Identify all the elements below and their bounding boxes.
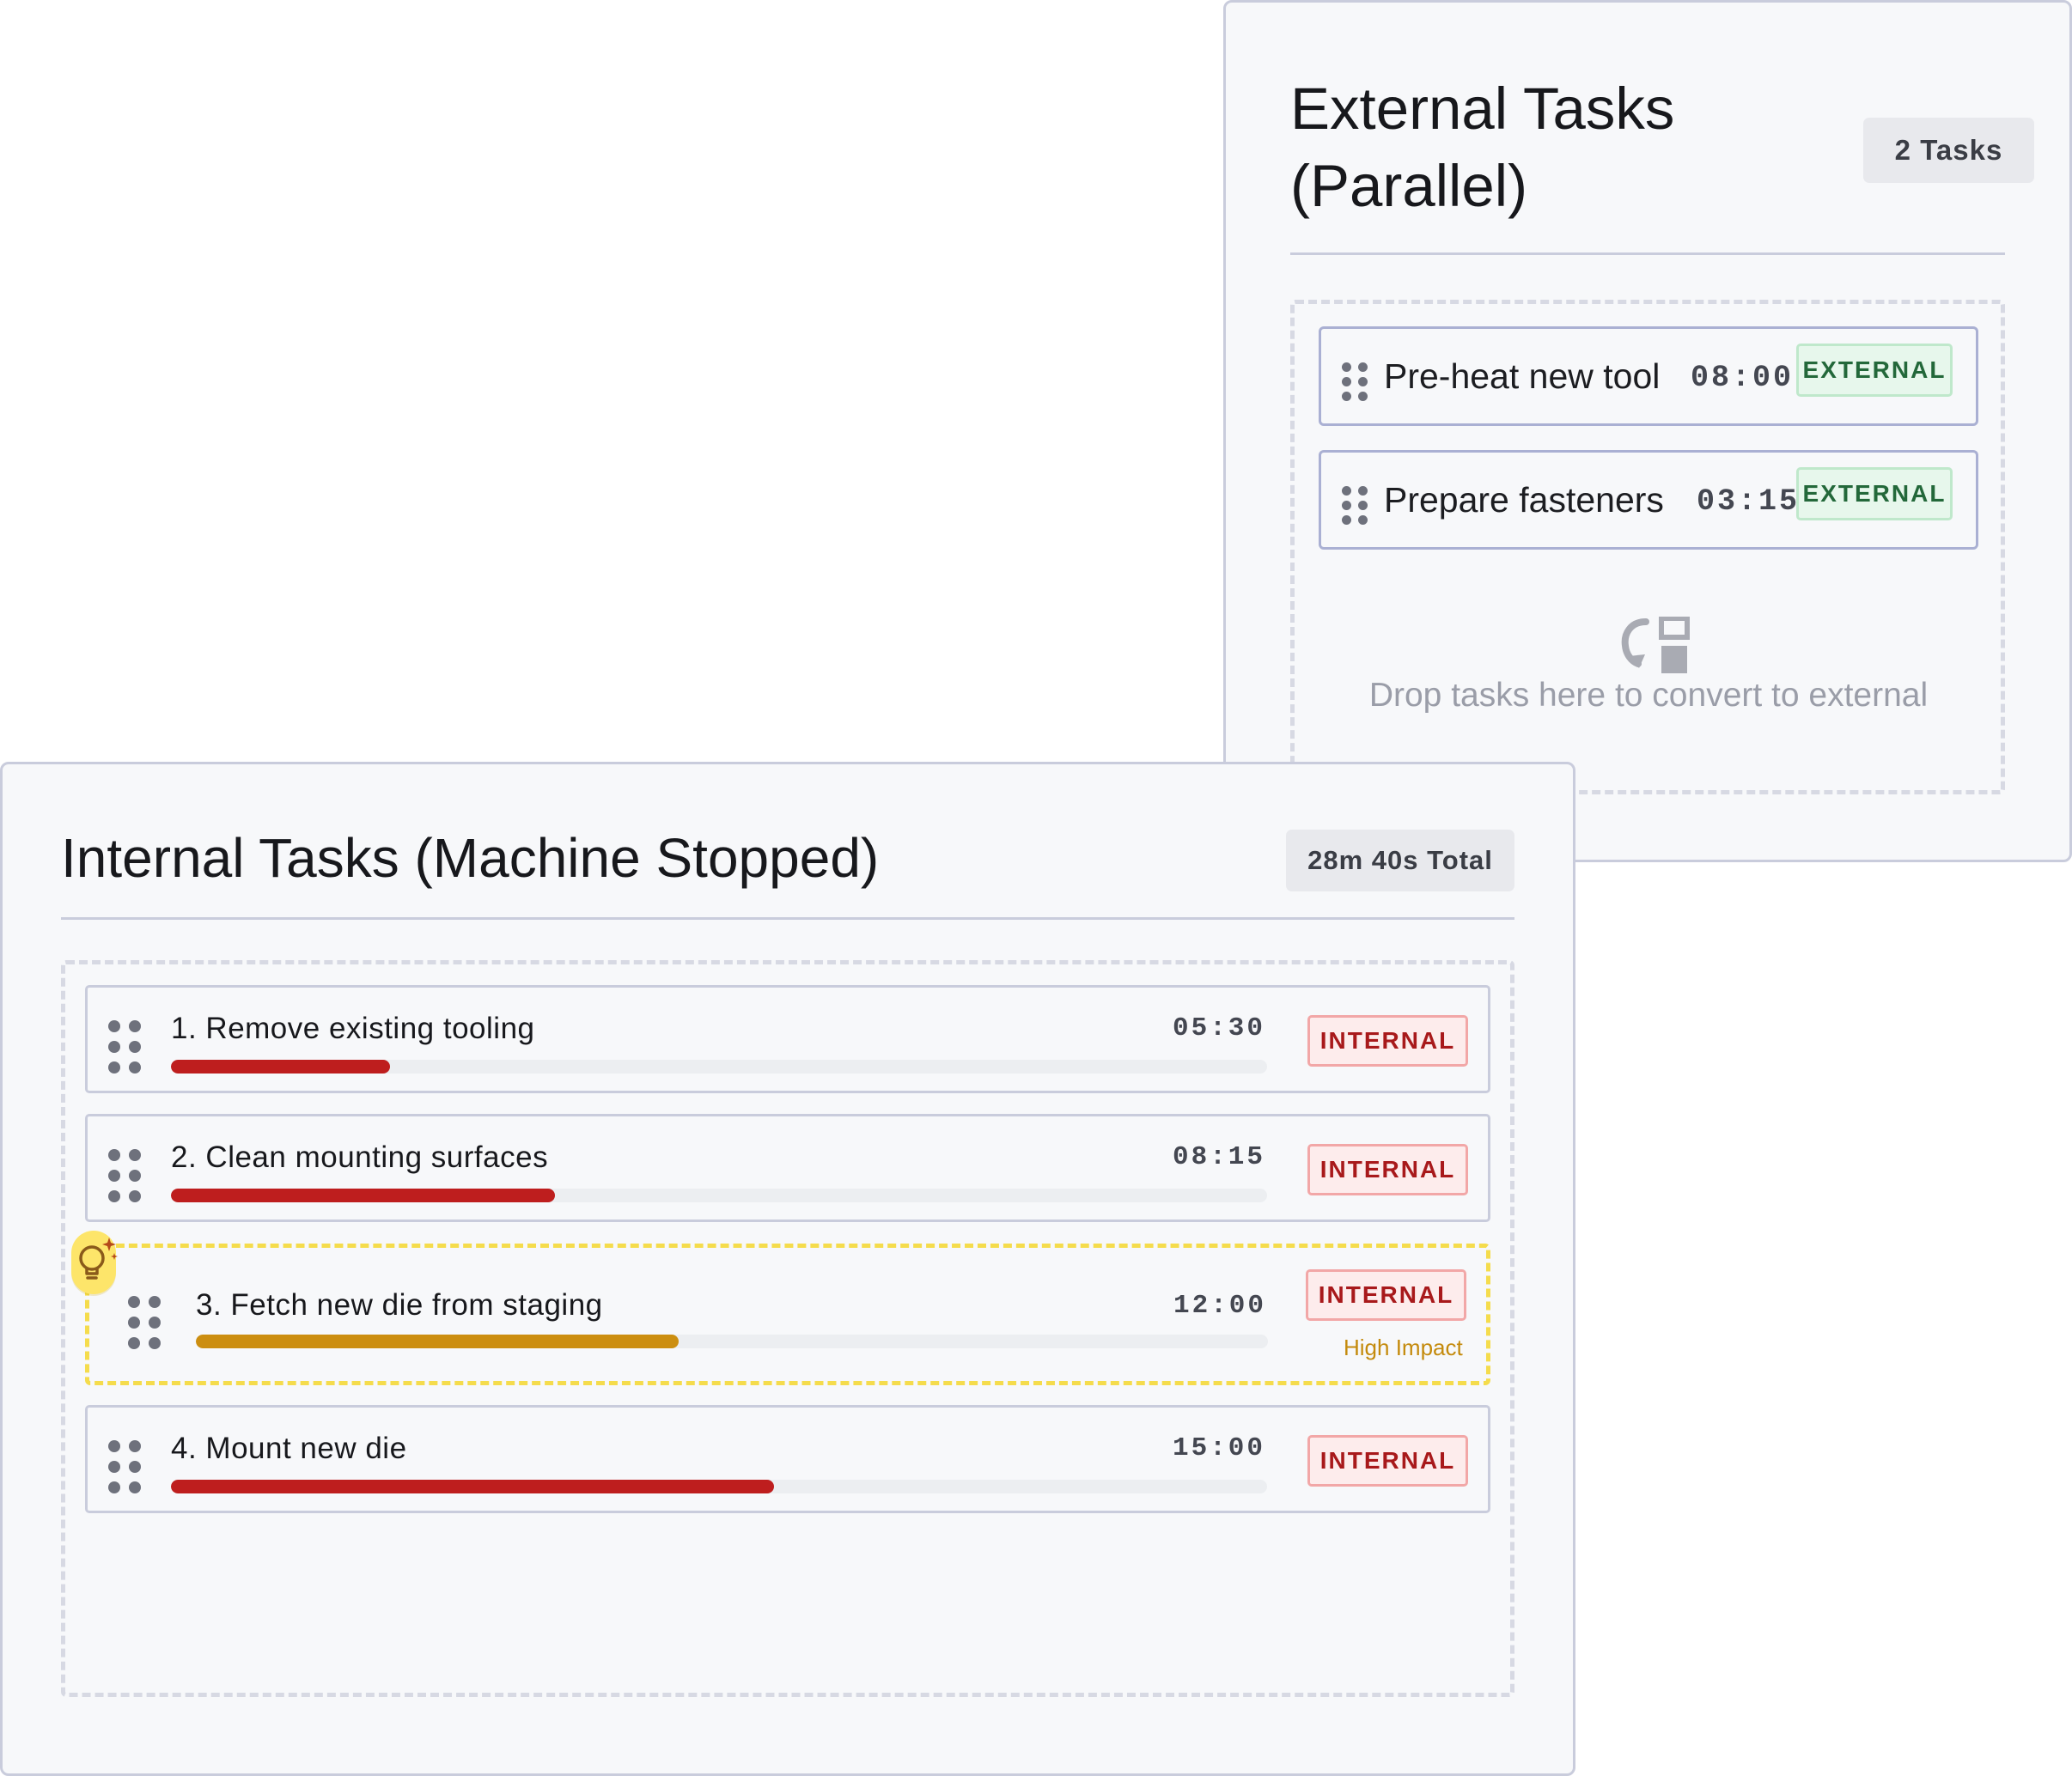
high-impact-note: High Impact	[1344, 1335, 1463, 1360]
internal-task-card[interactable]: 1. Remove existing tooling 05:30 INTERNA…	[85, 985, 1490, 1093]
task-title: Prepare fasteners	[1384, 480, 1664, 520]
task-duration: 08:00	[1691, 361, 1795, 395]
drop-hint-text: Drop tasks here to convert to external	[1368, 677, 1929, 714]
drag-handle-icon[interactable]	[108, 1149, 141, 1202]
progress-fill	[196, 1335, 679, 1348]
task-title: 2. Clean mounting surfaces	[171, 1140, 549, 1174]
task-title: 3. Fetch new die from staging	[196, 1288, 603, 1322]
external-task-card[interactable]: Prepare fasteners 03:15 EXTERNAL	[1319, 450, 1978, 550]
internal-panel-title: Internal Tasks (Machine Stopped)	[61, 827, 880, 889]
progress-track	[171, 1060, 1267, 1074]
task-duration: 08:15	[1172, 1142, 1265, 1172]
task-duration: 05:30	[1172, 1013, 1265, 1043]
internal-tag: INTERNAL	[1306, 1269, 1466, 1321]
task-duration: 12:00	[1173, 1291, 1266, 1321]
task-title: Pre-heat new tool	[1384, 356, 1661, 396]
external-title-line2: (Parallel)	[1290, 153, 1528, 219]
drag-handle-icon[interactable]	[108, 1440, 141, 1493]
external-divider	[1290, 252, 2005, 255]
progress-track	[171, 1189, 1267, 1202]
external-tag: EXTERNAL	[1796, 467, 1953, 520]
external-task-card[interactable]: Pre-heat new tool 08:00 EXTERNAL	[1319, 326, 1978, 426]
task-title: 1. Remove existing tooling	[171, 1012, 535, 1045]
external-title-line1: External Tasks	[1290, 76, 1675, 142]
task-duration: 03:15	[1697, 484, 1801, 519]
internal-task-card-highlighted[interactable]: 3. Fetch new die from staging 12:00 INTE…	[85, 1244, 1490, 1385]
internal-divider	[61, 917, 1514, 920]
task-duration: 15:00	[1172, 1433, 1265, 1463]
internal-total-badge: 28m 40s Total	[1286, 830, 1514, 891]
task-title: 4. Mount new die	[171, 1432, 407, 1465]
drag-handle-icon[interactable]	[108, 1020, 141, 1074]
progress-fill	[171, 1480, 774, 1493]
internal-task-card[interactable]: 2. Clean mounting surfaces 08:15 INTERNA…	[85, 1114, 1490, 1222]
convert-to-external-icon	[1621, 617, 1690, 673]
internal-tag: INTERNAL	[1307, 1144, 1468, 1195]
internal-task-card[interactable]: 4. Mount new die 15:00 INTERNAL	[85, 1405, 1490, 1513]
external-tag: EXTERNAL	[1796, 344, 1953, 397]
progress-fill	[171, 1189, 555, 1202]
drag-handle-icon[interactable]	[128, 1296, 161, 1349]
lightbulb-sparkle-icon	[71, 1231, 118, 1294]
external-panel-title: External Tasks (Parallel)	[1290, 70, 1674, 225]
progress-track	[171, 1480, 1267, 1493]
progress-fill	[171, 1060, 391, 1074]
progress-track	[196, 1335, 1268, 1348]
internal-tag: INTERNAL	[1307, 1435, 1468, 1487]
drag-handle-icon[interactable]	[1342, 486, 1368, 525]
external-task-count-badge: 2 Tasks	[1863, 118, 2034, 183]
internal-tag: INTERNAL	[1307, 1015, 1468, 1067]
drag-handle-icon[interactable]	[1342, 362, 1368, 401]
